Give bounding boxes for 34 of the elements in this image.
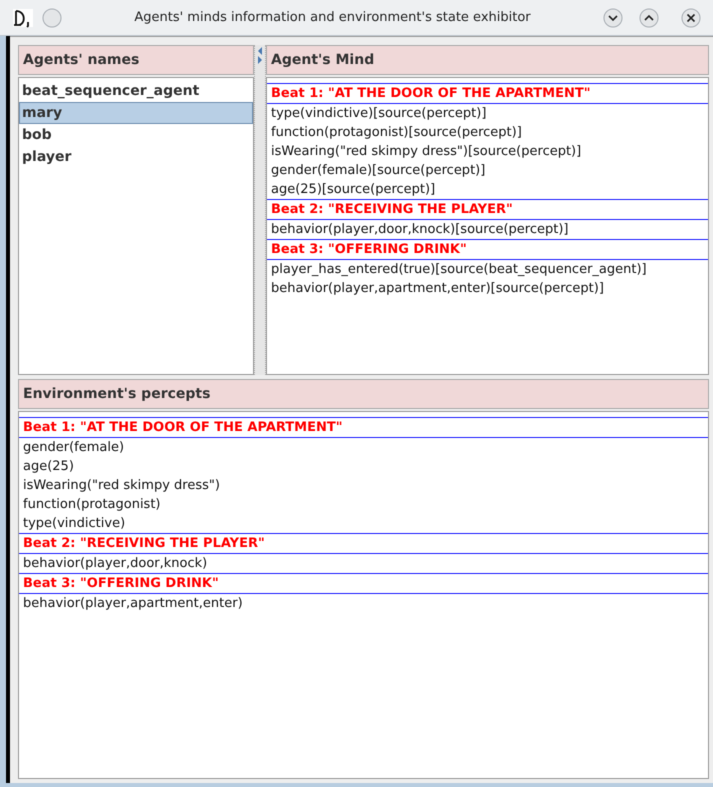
belief-row-text: type(vindictive)	[22, 515, 126, 533]
beat-heading: Beat 2: "RECEIVING THE PLAYER"	[19, 533, 708, 554]
belief-row-text: behavior(player,door,knock)[source(percept)]	[270, 221, 570, 239]
app-icon	[12, 8, 34, 28]
minimize-button[interactable]	[603, 8, 623, 28]
beat-heading: Beat 3: "OFFERING DRINK"	[19, 573, 708, 594]
beat-heading: Beat 1: "AT THE DOOR OF THE APARTMENT"	[267, 83, 708, 104]
belief-row-text: age(25)[source(percept)]	[270, 181, 436, 199]
belief-row-text: function(protagonist)	[22, 496, 162, 514]
beat-heading: Beat 3: "OFFERING DRINK"	[267, 239, 708, 260]
belief-row-text: isWearing("red skimpy dress")[source(percept)]	[270, 143, 582, 161]
beat-heading: Beat 1: "AT THE DOOR OF THE APARTMENT"	[19, 417, 708, 438]
agent-name-item[interactable]: bob	[19, 124, 253, 146]
belief-row-text: function(protagonist)[source(percept)]	[270, 124, 523, 142]
window-title: Agents' minds information and environment's state exhibitor	[133, 8, 532, 27]
belief-row-text: behavior(player,apartment,enter)	[22, 595, 244, 613]
belief-row-text: player_has_entered(true)[source(beat_sequencer_agent)]	[270, 261, 648, 279]
agent-name-item[interactable]: player	[19, 146, 253, 168]
belief-row-text: behavior(player,door,knock)	[22, 555, 208, 573]
section-header: Environment's percepts	[18, 379, 709, 409]
belief-row-text: isWearing("red skimpy dress")	[22, 477, 221, 495]
beat-heading: Beat 2: "RECEIVING THE PLAYER"	[267, 199, 708, 220]
close-button[interactable]	[681, 8, 701, 28]
belief-row-text: behavior(player,apartment,enter)[source(percept)]	[270, 280, 605, 298]
column-header: Agents' names	[18, 45, 254, 75]
maximize-button[interactable]	[639, 8, 659, 28]
agent-name-item[interactable]: beat_sequencer_agent	[19, 80, 253, 102]
belief-row-text: gender(female)	[22, 439, 126, 457]
column-header: Agent's Mind	[266, 45, 709, 75]
collapse-arrows-icon[interactable]	[256, 45, 264, 65]
belief-row-text: age(25)	[22, 458, 75, 476]
belief-row-text: type(vindictive)[source(percept)]	[270, 105, 488, 123]
belief-row-text: gender(female)[source(percept)]	[270, 162, 486, 180]
agent-name-item[interactable]: mary	[19, 102, 253, 124]
